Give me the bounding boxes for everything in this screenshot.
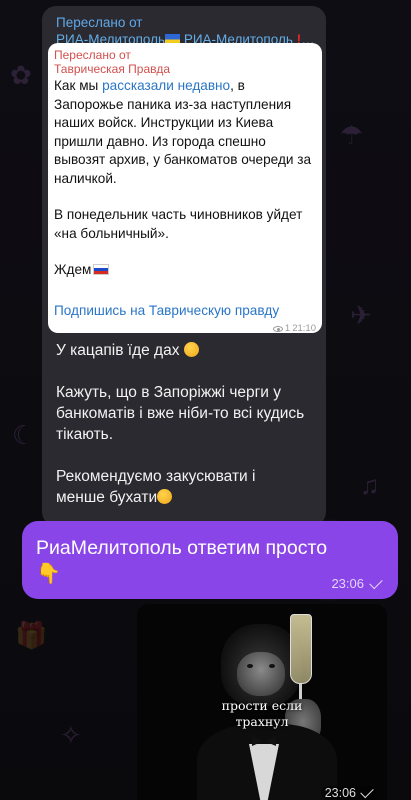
image-time-text: 23:06: [324, 786, 356, 800]
comment-paragraph: У кацапів їде дах: [56, 340, 306, 361]
inner-forwarded-header[interactable]: Переслано от Таврическая Правда: [54, 48, 170, 76]
comment-line: У кацапів їде дах: [56, 342, 180, 359]
reply-text: РиаМелитополь ответим просто: [36, 537, 328, 559]
check-icon: [369, 575, 383, 589]
doodle-icon: 🎁: [15, 620, 48, 650]
meme-caption: прости если трахнул: [137, 698, 387, 730]
post-time: 21:10: [292, 323, 316, 334]
post-paragraph: Как мы рассказали недавно, в Запорожье п…: [54, 77, 316, 188]
doodle-icon: ✿: [10, 60, 32, 90]
chimp-eye: [247, 664, 253, 668]
chimp-eye: [269, 664, 275, 668]
post-paragraph: Ждем: [54, 261, 316, 280]
post-text: Ждем: [54, 262, 92, 277]
champagne-glass: [290, 614, 312, 684]
doodle-icon: ☂: [340, 120, 364, 150]
meme-caption-line1: прости если: [221, 698, 303, 713]
chimp-face: [237, 652, 285, 696]
post-meta: 1 21:10: [272, 323, 316, 334]
message-time: 23:06: [331, 576, 364, 591]
view-count: 1: [284, 323, 291, 334]
emoji-face-icon: [157, 489, 173, 504]
post-paragraph: В понедельник часть чиновников уйдет «на…: [54, 207, 303, 241]
message-meta: 23:06: [331, 575, 383, 591]
image-message[interactable]: прости если трахнул 23:06: [137, 604, 387, 800]
eye-icon: [272, 325, 283, 332]
doodle-icon: ☾: [12, 420, 36, 450]
inner-forwarded-post[interactable]: Переслано от Таврическая Правда Как мы р…: [48, 43, 322, 334]
comment-paragraph: Рекомендуємо закусювати і менше бухати: [56, 466, 306, 508]
pointing-down-icon: 👇: [36, 563, 61, 585]
doodle-icon: ♫: [360, 470, 380, 500]
forwarded-label: Переслано от: [56, 15, 143, 30]
image-time: 23:06: [320, 784, 377, 800]
subscribe-link[interactable]: Подпишись на Таврическую правду: [54, 303, 279, 318]
outgoing-message-bubble[interactable]: РиаМелитополь ответим просто 👇 23:06: [22, 521, 398, 599]
meme-caption-line2: трахнул: [235, 714, 289, 729]
post-text: Как мы: [54, 78, 103, 93]
comment-line: Рекомендуємо закусювати і менше бухати: [56, 468, 256, 506]
post-inline-link[interactable]: рассказали недавно: [102, 78, 230, 93]
inner-forwarded-source[interactable]: Таврическая Правда: [54, 62, 170, 76]
inner-forwarded-label: Переслано от: [54, 48, 131, 62]
comment-paragraph: Кажуть, що в Запоріжжі черги у банкоматі…: [56, 384, 305, 443]
comment-text: У кацапів їде дах Кажуть, що в Запоріжжі…: [56, 340, 306, 529]
post-body: Как мы рассказали недавно, в Запорожье п…: [54, 77, 316, 298]
post-text: , в Запорожье паника из-за наступления н…: [54, 78, 312, 186]
russia-flag-icon: [93, 264, 110, 275]
doodle-icon: ✈: [350, 300, 372, 330]
check-icon: [360, 784, 374, 799]
doodle-icon: ✧: [60, 720, 82, 750]
emoji-thinking-icon: [183, 342, 199, 357]
